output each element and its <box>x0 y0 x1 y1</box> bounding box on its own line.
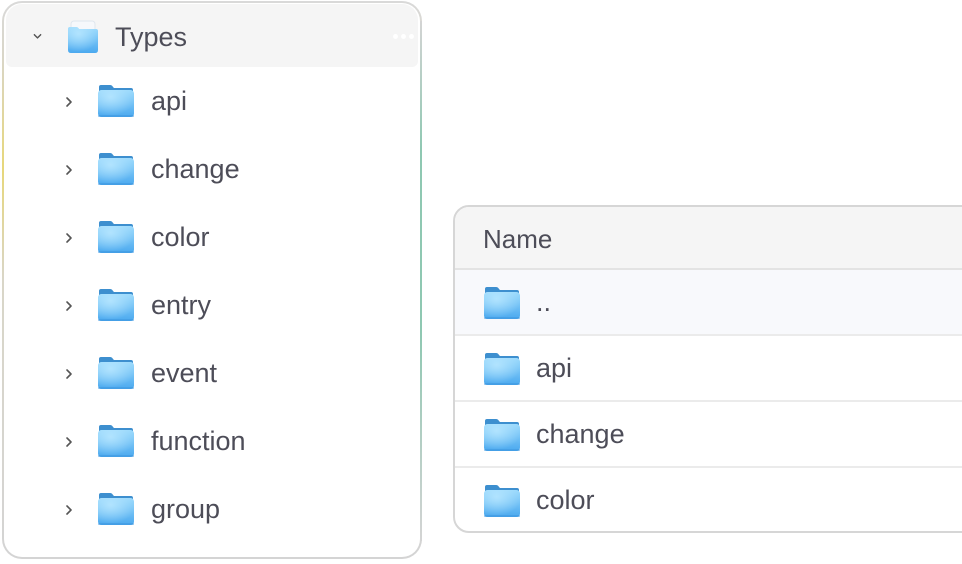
tree-item-label: group <box>151 494 221 524</box>
folder-icon <box>96 151 136 187</box>
chevron-down-icon[interactable] <box>33 32 42 41</box>
folder-icon <box>96 219 136 255</box>
chevron-right-icon[interactable] <box>64 231 74 245</box>
folder-icon <box>482 351 522 387</box>
column-header-name[interactable]: Name <box>483 223 552 255</box>
tree-item-color[interactable]: color <box>4 209 420 269</box>
folder-icon <box>482 417 522 453</box>
chevron-right-icon[interactable] <box>64 299 74 313</box>
open-folder-icon <box>66 20 100 54</box>
tree-item-event[interactable]: event <box>4 345 420 405</box>
panel-border-accent <box>420 21 422 541</box>
tree-item-label: entry <box>151 290 212 320</box>
tree-item-label: change <box>151 154 240 184</box>
folder-icon <box>96 355 136 391</box>
table-row[interactable]: change <box>455 402 962 468</box>
chevron-right-icon[interactable] <box>64 163 74 177</box>
tree-item-entry[interactable]: entry <box>4 277 420 337</box>
tree-root-label: Types <box>115 22 188 52</box>
more-dots-icon[interactable] <box>393 34 414 39</box>
folder-icon <box>482 483 522 519</box>
folder-tree: Types api change color entry event funct… <box>4 3 420 557</box>
chevron-right-icon[interactable] <box>64 367 74 381</box>
table-row[interactable]: api <box>455 336 962 402</box>
tree-item-label: event <box>151 358 218 388</box>
tree-item-label: function <box>151 426 246 456</box>
row-label: api <box>536 353 573 383</box>
tree-item-label: color <box>151 222 210 252</box>
folder-tree-panel: Types api change color entry event funct… <box>2 1 422 559</box>
chevron-right-icon[interactable] <box>64 435 74 449</box>
tree-item-api[interactable]: api <box>4 73 420 133</box>
folder-icon <box>96 287 136 323</box>
folder-icon <box>96 423 136 459</box>
folder-icon <box>96 491 136 527</box>
chevron-right-icon[interactable] <box>64 503 74 517</box>
table-row-parent[interactable]: .. <box>455 270 962 336</box>
file-table: Name .. api change color <box>453 205 962 533</box>
tree-item-group[interactable]: group <box>4 481 420 541</box>
row-label: color <box>536 485 595 515</box>
chevron-right-icon[interactable] <box>64 95 74 109</box>
row-label: change <box>536 419 625 449</box>
tree-item-function[interactable]: function <box>4 413 420 473</box>
row-label: .. <box>536 287 552 317</box>
table-row[interactable]: color <box>455 468 962 533</box>
tree-root-row[interactable]: Types <box>6 4 418 67</box>
table-header: Name <box>455 207 962 270</box>
folder-icon <box>96 83 136 119</box>
folder-icon <box>482 285 522 321</box>
tree-item-change[interactable]: change <box>4 141 420 201</box>
tree-item-label: api <box>151 86 188 116</box>
